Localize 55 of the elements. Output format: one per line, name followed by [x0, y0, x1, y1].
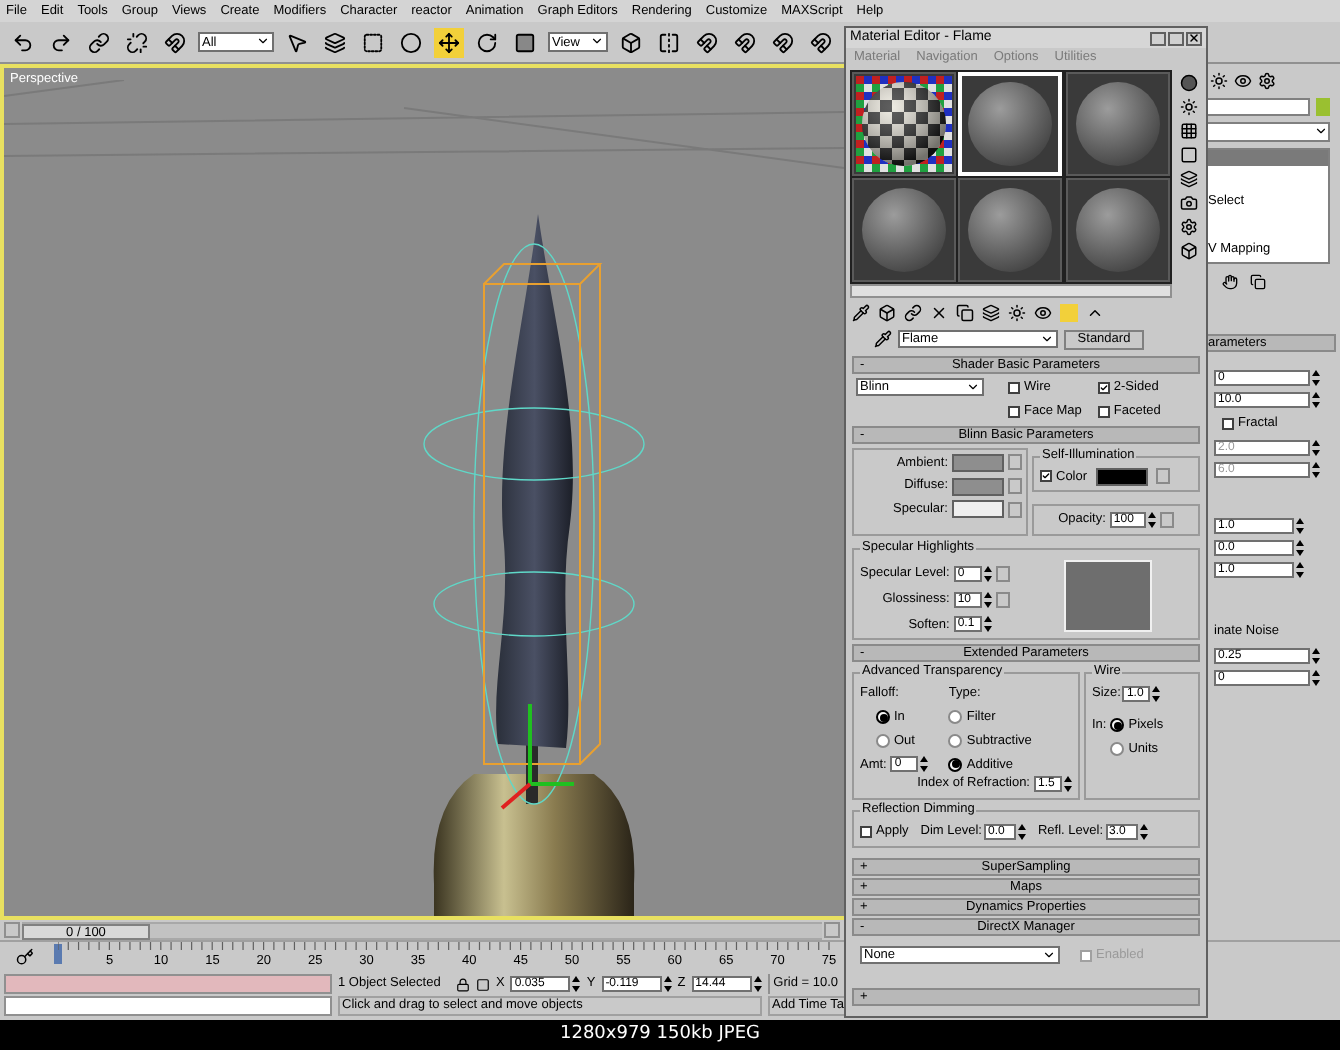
reset-icon[interactable]: [930, 303, 948, 321]
move-icon[interactable]: [434, 27, 464, 57]
time-marker[interactable]: [54, 944, 62, 964]
object-color-swatch[interactable]: [1316, 98, 1330, 116]
sphere-preview: [968, 188, 1053, 272]
spinner-arrows-icon[interactable]: [1312, 370, 1320, 386]
image-info-text: 1280x979 150kb JPEG: [560, 1021, 760, 1048]
sphere-preview: [862, 188, 946, 272]
spinner-arrows-icon[interactable]: [1312, 647, 1320, 663]
spinner-arrows-icon[interactable]: [983, 616, 992, 633]
object-name-field[interactable]: [1206, 98, 1310, 116]
spinner-arrows-icon[interactable]: [1312, 669, 1320, 685]
link-icon[interactable]: [84, 27, 114, 57]
horizontal-scrollbar[interactable]: [850, 284, 1172, 298]
sphere-preview: [1075, 82, 1160, 166]
sphere-preview: [1075, 188, 1160, 272]
spinner-arrows-icon[interactable]: [1296, 517, 1304, 534]
spinner-arrows-icon[interactable]: [753, 976, 762, 992]
hand-icon[interactable]: [1222, 274, 1238, 290]
sphere-preview: [968, 82, 1053, 166]
spinner-arrows-icon[interactable]: [572, 976, 581, 992]
spinner-arrows-icon[interactable]: [1152, 686, 1161, 703]
eyedropper-icon[interactable]: [874, 330, 892, 348]
copy-icon[interactable]: [1250, 274, 1266, 290]
minimize-button[interactable]: [1150, 31, 1166, 45]
spinner-arrows-icon[interactable]: [920, 756, 929, 773]
material-slot[interactable]: [852, 72, 956, 176]
spinner-arrows-icon[interactable]: [1017, 823, 1026, 840]
unlink-icon[interactable]: [122, 27, 152, 57]
check-icon: [1099, 381, 1108, 394]
spinner-arrows-icon[interactable]: [1312, 439, 1320, 456]
spinner-arrows-icon[interactable]: [1296, 561, 1304, 578]
key-icon[interactable]: [16, 948, 34, 966]
check-icon: [1042, 470, 1050, 483]
modifier-list-dropdown[interactable]: [1206, 122, 1330, 142]
mirror-icon[interactable]: [654, 27, 684, 57]
spinner-arrows-icon[interactable]: [1139, 823, 1148, 840]
spinner-arrows-icon[interactable]: [663, 976, 672, 992]
lock-icon[interactable]: [456, 977, 470, 991]
checker-sphere-preview: [856, 76, 952, 172]
options-icon[interactable]: [1179, 218, 1197, 236]
color-swatch[interactable]: [952, 477, 1004, 496]
maxscript-input-field[interactable]: [4, 996, 332, 1016]
self-illumination-swatch[interactable]: [1095, 467, 1148, 486]
spinner-arrows-icon[interactable]: [1064, 776, 1072, 793]
highlight-curve-graph: [1064, 560, 1152, 632]
color-swatch[interactable]: [952, 500, 1004, 519]
color-swatch[interactable]: [952, 453, 1004, 472]
spinner-arrows-icon[interactable]: [1312, 392, 1320, 408]
maxscript-listener-field[interactable]: [4, 974, 332, 994]
copy-material-icon[interactable]: [956, 303, 974, 321]
spinner-arrows-icon[interactable]: [1312, 461, 1320, 478]
close-button[interactable]: [1186, 31, 1202, 45]
maximize-button[interactable]: [1168, 31, 1184, 45]
spinner-arrows-icon[interactable]: [1296, 539, 1304, 556]
